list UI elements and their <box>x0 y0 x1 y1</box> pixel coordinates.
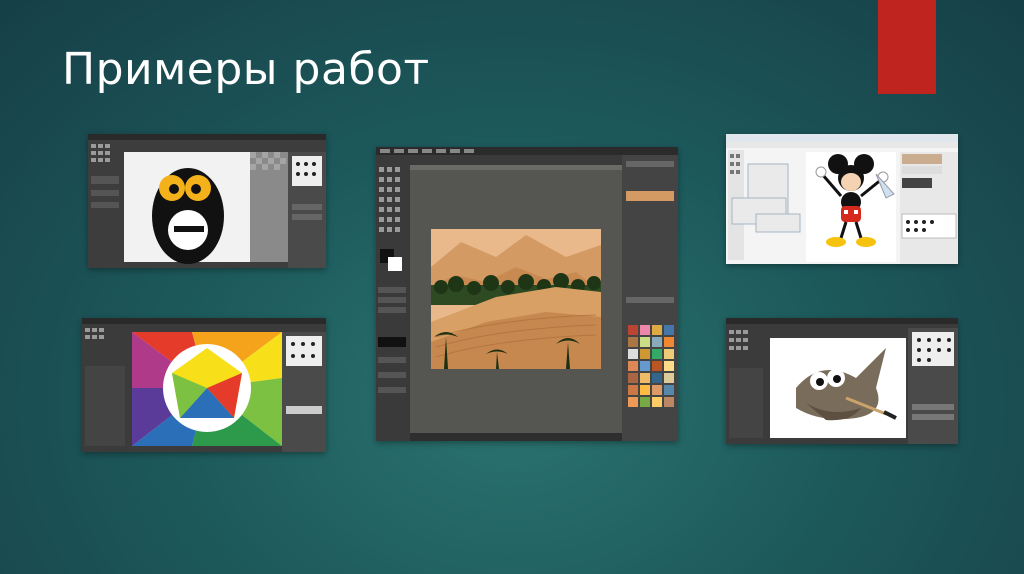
slide-title: Примеры работ <box>62 44 430 95</box>
accent-bar <box>878 0 936 94</box>
screenshot-gimp-mascot <box>726 318 958 444</box>
screenshot-desert <box>376 147 678 441</box>
screenshot-e-logo <box>88 134 326 268</box>
screenshot-color-wheel <box>82 318 326 452</box>
screenshot-mickey <box>726 134 958 264</box>
